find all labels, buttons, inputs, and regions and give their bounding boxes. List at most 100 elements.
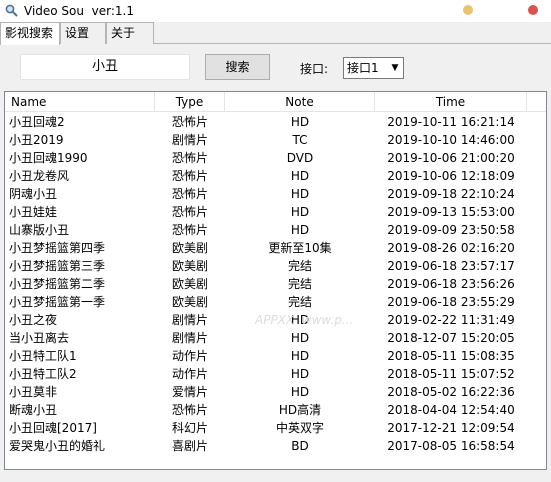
cell-note: BD bbox=[291, 439, 309, 453]
column-header-note[interactable]: Note bbox=[225, 92, 375, 112]
cell-type: 剧情片 bbox=[171, 133, 208, 147]
search-button[interactable]: 搜索 bbox=[205, 54, 270, 80]
cell-note: HD高清 bbox=[278, 403, 322, 417]
column-header-time[interactable]: Time bbox=[375, 92, 527, 112]
cell-type: 动作片 bbox=[171, 349, 208, 363]
cell-type: 恐怖片 bbox=[171, 205, 208, 219]
cell-type: 恐怖片 bbox=[171, 187, 208, 201]
cell-time: 2019-06-18 23:57:17 bbox=[387, 259, 515, 273]
table-row[interactable]: 小丑梦摇篮第四季 欧美剧 更新至10集 2019-08-26 02:16:20 bbox=[5, 239, 546, 257]
table-row[interactable]: 小丑回魂[2017] 科幻片 中英双字 2017-12-21 12:09:54 bbox=[5, 419, 546, 437]
cell-type: 科幻片 bbox=[171, 421, 208, 435]
cell-type: 爱情片 bbox=[171, 385, 208, 399]
cell-name: 小丑龙卷风 bbox=[9, 169, 70, 183]
cell-time: 2019-09-13 15:53:00 bbox=[387, 205, 515, 219]
chevron-down-icon[interactable]: ▼ bbox=[387, 58, 403, 78]
cell-type: 欧美剧 bbox=[171, 295, 208, 309]
cell-note: HD bbox=[290, 205, 310, 219]
cell-type: 剧情片 bbox=[171, 331, 208, 345]
cell-time: 2019-10-06 12:18:09 bbox=[387, 169, 515, 183]
cell-name: 小丑回魂[2017] bbox=[9, 421, 97, 435]
cell-name: 小丑之夜 bbox=[9, 313, 58, 327]
cell-name: 小丑特工队1 bbox=[9, 349, 77, 363]
cell-time: 2019-09-09 23:50:58 bbox=[387, 223, 515, 237]
cell-time: 2019-06-18 23:55:29 bbox=[387, 295, 515, 309]
close-button[interactable] bbox=[528, 5, 538, 15]
tab-settings[interactable]: 设置 bbox=[60, 22, 106, 44]
tab-strip: 影视搜索 设置 关于 bbox=[0, 22, 551, 45]
cell-time: 2017-08-05 16:58:54 bbox=[387, 439, 515, 453]
cell-name: 山寨版小丑 bbox=[9, 223, 70, 237]
cell-type: 动作片 bbox=[171, 367, 208, 381]
interface-label: 接口: bbox=[300, 62, 329, 76]
cell-note: 完结 bbox=[287, 259, 312, 273]
table-row[interactable]: 断魂小丑 恐怖片 HD高清 2018-04-04 12:54:40 bbox=[5, 401, 546, 419]
interface-select[interactable]: 接口1 ▼ bbox=[343, 57, 404, 79]
cell-note: HD bbox=[290, 115, 310, 129]
cell-note: HD bbox=[290, 331, 310, 345]
table-row[interactable]: 小丑梦摇篮第二季 欧美剧 完结 2019-06-18 23:56:26 bbox=[5, 275, 546, 293]
table-row[interactable]: 小丑梦摇篮第一季 欧美剧 完结 2019-06-18 23:55:29 bbox=[5, 293, 546, 311]
cell-type: 恐怖片 bbox=[171, 169, 208, 183]
window-title: Video Sou ver:1.1 bbox=[24, 4, 134, 18]
cell-name: 小丑梦摇篮第三季 bbox=[9, 259, 106, 273]
cell-name: 小丑娃娃 bbox=[9, 205, 58, 219]
cell-name: 小丑2019 bbox=[9, 133, 64, 147]
tab-video-search[interactable]: 影视搜索 bbox=[0, 22, 60, 45]
cell-name: 爱哭鬼小丑的婚礼 bbox=[9, 439, 106, 453]
table-row[interactable]: 爱哭鬼小丑的婚礼 喜剧片 BD 2017-08-05 16:58:54 bbox=[5, 437, 546, 455]
cell-note: HD bbox=[290, 169, 310, 183]
cell-time: 2017-12-21 12:09:54 bbox=[387, 421, 515, 435]
table-row[interactable]: 阴魂小丑 恐怖片 HD 2019-09-18 22:10:24 bbox=[5, 185, 546, 203]
table-row[interactable]: 小丑特工队1 动作片 HD 2018-05-11 15:08:35 bbox=[5, 347, 546, 365]
cell-time: 2019-10-06 21:00:20 bbox=[387, 151, 515, 165]
cell-name: 阴魂小丑 bbox=[9, 187, 58, 201]
cell-name: 小丑莫非 bbox=[9, 385, 58, 399]
cell-note: HD bbox=[290, 367, 310, 381]
cell-name: 小丑梦摇篮第一季 bbox=[9, 295, 106, 309]
cell-type: 恐怖片 bbox=[171, 403, 208, 417]
table-row[interactable]: 山寨版小丑 恐怖片 HD 2019-09-09 23:50:58 bbox=[5, 221, 546, 239]
cell-note: HD bbox=[290, 187, 310, 201]
table-row[interactable]: 小丑回魂2 恐怖片 HD 2019-10-11 16:21:14 bbox=[5, 113, 546, 131]
cell-time: 2018-05-02 16:22:36 bbox=[387, 385, 515, 399]
table-row[interactable]: 当小丑离去 剧情片 HD 2018-12-07 15:20:05 bbox=[5, 329, 546, 347]
tab-about[interactable]: 关于 bbox=[106, 22, 154, 44]
cell-type: 剧情片 bbox=[171, 313, 208, 327]
table-row[interactable]: 小丑特工队2 动作片 HD 2018-05-11 15:07:52 bbox=[5, 365, 546, 383]
cell-time: 2018-12-07 15:20:05 bbox=[387, 331, 515, 345]
column-header-name[interactable]: Name bbox=[5, 92, 155, 112]
table-row[interactable]: 小丑龙卷风 恐怖片 HD 2019-10-06 12:18:09 bbox=[5, 167, 546, 185]
table-row[interactable]: 小丑梦摇篮第三季 欧美剧 完结 2019-06-18 23:57:17 bbox=[5, 257, 546, 275]
cell-type: 欧美剧 bbox=[171, 277, 208, 291]
cell-name: 小丑梦摇篮第二季 bbox=[9, 277, 106, 291]
cell-type: 恐怖片 bbox=[171, 223, 208, 237]
column-header-type[interactable]: Type bbox=[155, 92, 225, 112]
table-row[interactable]: 小丑之夜 剧情片 HD 2019-02-22 11:31:49 bbox=[5, 311, 546, 329]
title-bar: Video Sou ver:1.1 bbox=[0, 0, 551, 22]
table-row[interactable]: 小丑回魂1990 恐怖片 DVD 2019-10-06 21:00:20 bbox=[5, 149, 546, 167]
search-input[interactable]: 小丑 bbox=[20, 54, 190, 80]
cell-name: 断魂小丑 bbox=[9, 403, 58, 417]
cell-time: 2018-05-11 15:08:35 bbox=[387, 349, 515, 363]
cell-name: 当小丑离去 bbox=[9, 331, 70, 345]
cell-time: 2019-02-22 11:31:49 bbox=[387, 313, 515, 327]
cell-name: 小丑回魂2 bbox=[9, 115, 65, 129]
minimize-button[interactable] bbox=[463, 5, 473, 15]
cell-note: DVD bbox=[286, 151, 314, 165]
cell-name: 小丑特工队2 bbox=[9, 367, 77, 381]
cell-note: HD bbox=[290, 385, 310, 399]
table-row[interactable]: 小丑娃娃 恐怖片 HD 2019-09-13 15:53:00 bbox=[5, 203, 546, 221]
cell-note: 完结 bbox=[287, 295, 312, 309]
cell-time: 2019-09-18 22:10:24 bbox=[387, 187, 515, 201]
table-row[interactable]: 小丑2019 剧情片 TC 2019-10-10 14:46:00 bbox=[5, 131, 546, 149]
cell-time: 2019-10-11 16:21:14 bbox=[387, 115, 515, 129]
results-list[interactable]: Name Type Note Time 小丑回魂2 恐怖片 HD 2019-10-11… bbox=[4, 91, 547, 470]
cell-note: HD bbox=[290, 313, 310, 327]
cell-type: 恐怖片 bbox=[171, 115, 208, 129]
cell-note: 中英双字 bbox=[275, 421, 324, 435]
cell-name: 小丑梦摇篮第四季 bbox=[9, 241, 106, 255]
list-header: Name Type Note Time bbox=[5, 92, 546, 112]
cell-time: 2019-08-26 02:16:20 bbox=[387, 241, 515, 255]
table-row[interactable]: 小丑莫非 爱情片 HD 2018-05-02 16:22:36 bbox=[5, 383, 546, 401]
